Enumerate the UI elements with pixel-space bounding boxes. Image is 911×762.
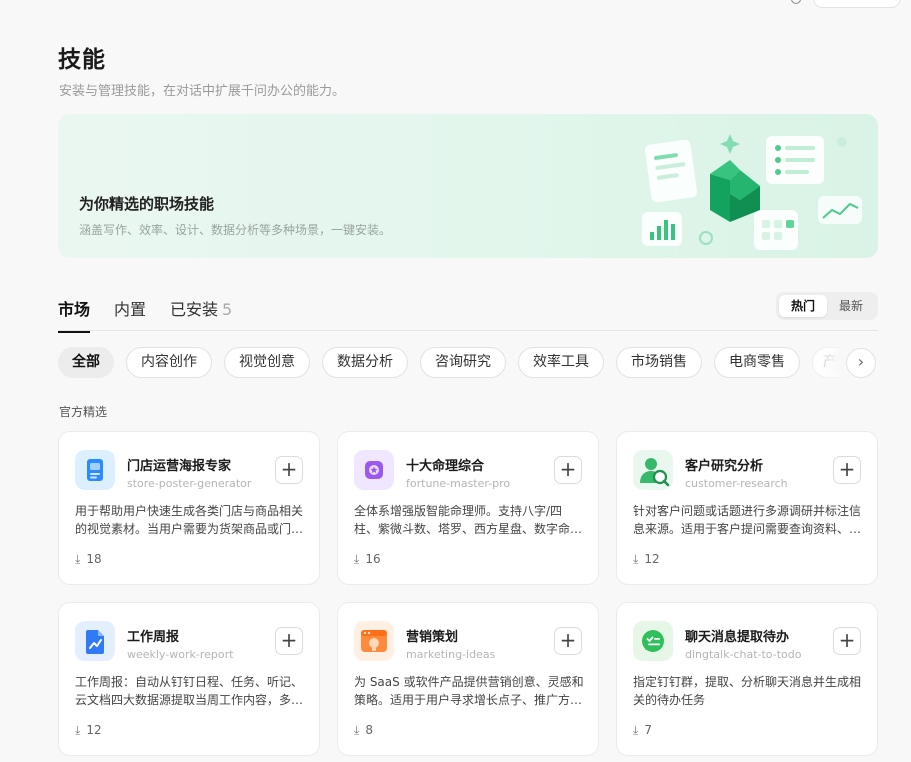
skill-name: 工作周报 bbox=[127, 630, 180, 645]
category-all[interactable]: 全部 bbox=[58, 347, 114, 378]
download-count-value: 12 bbox=[86, 723, 102, 737]
marketing-idea-icon bbox=[354, 621, 394, 661]
skill-card[interactable]: 工作周报 weekly-work-report + 工作周报：自动从钉钉日程、任… bbox=[58, 602, 320, 756]
tab-installed-label: 已安装 bbox=[170, 300, 219, 319]
category-visual[interactable]: 视觉创意 bbox=[224, 347, 310, 378]
download-count-value: 18 bbox=[86, 552, 102, 566]
download-count-value: 16 bbox=[365, 552, 381, 566]
category-efficiency[interactable]: 效率工具 bbox=[518, 347, 604, 378]
download-count: ⤓ 12 bbox=[633, 552, 660, 567]
download-count: ⤓ 16 bbox=[354, 552, 381, 567]
skill-card[interactable]: 营销策划 marketing-ideas + 为 SaaS 或软件产品提供营销创… bbox=[337, 602, 599, 756]
sort-latest-button[interactable]: 最新 bbox=[827, 295, 875, 317]
add-skill-button[interactable]: + bbox=[554, 627, 582, 655]
skill-description: 工作周报：自动从钉钉日程、任务、听记、云文档四大数据源提取当周工作内容，多维度汇… bbox=[75, 675, 304, 707]
tab-builtin[interactable]: 内置 bbox=[114, 296, 146, 320]
add-skill-button[interactable]: + bbox=[833, 456, 861, 484]
download-icon: ⤓ bbox=[633, 552, 639, 566]
skill-description: 针对客户问题或话题进行多源调研并标注信息来源。适用于客户提问需要查询资料、整理研… bbox=[633, 504, 862, 536]
skill-description: 为 SaaS 或软件产品提供营销创意、灵感和策略。适用于用户寻求增长点子、推广方… bbox=[354, 675, 584, 707]
banner-title: 为你精选的职场技能 bbox=[79, 195, 215, 213]
download-count: ⤓ 8 bbox=[354, 723, 373, 738]
sort-toggle: 热门 最新 bbox=[776, 292, 878, 320]
category-data[interactable]: 数据分析 bbox=[322, 347, 408, 378]
skill-card[interactable]: 十大命理综合 fortune-master-pro + 全体系增强版智能命理师。… bbox=[337, 431, 599, 585]
chat-todo-icon bbox=[633, 621, 673, 661]
category-content[interactable]: 内容创作 bbox=[126, 347, 212, 378]
add-skill-button[interactable]: + bbox=[554, 456, 582, 484]
skill-card[interactable]: 聊天消息提取待办 dingtalk-chat-to-todo + 指定钉钉群，提… bbox=[616, 602, 878, 756]
poster-icon bbox=[75, 450, 115, 490]
download-count: ⤓ 7 bbox=[633, 723, 652, 738]
download-icon: ⤓ bbox=[354, 723, 360, 737]
sort-hot-button[interactable]: 热门 bbox=[779, 295, 827, 317]
skill-description: 指定钉钉群，提取、分析聊天消息并生成相关的待办任务 bbox=[633, 675, 862, 707]
featured-banner[interactable]: 为你精选的职场技能 涵盖写作、效率、设计、数据分析等多种场景，一键安装。 bbox=[58, 114, 878, 258]
skill-tabs: 市场 内置 已安装 5 热门 最新 bbox=[58, 292, 878, 333]
download-icon: ⤓ bbox=[75, 723, 81, 737]
skill-description: 用于帮助用户快速生成各类门店与商品相关的视觉素材。当用户需要为货架商品或门店制作… bbox=[75, 504, 304, 536]
skill-slug: weekly-work-report bbox=[127, 648, 234, 661]
category-filter: 全部 内容创作 视觉创意 数据分析 咨询研究 效率工具 市场销售 电商零售 产 … bbox=[58, 347, 878, 379]
add-skill-button[interactable]: + bbox=[833, 627, 861, 655]
chevron-right-icon[interactable]: › bbox=[846, 348, 876, 378]
skill-slug: dingtalk-chat-to-todo bbox=[685, 648, 802, 661]
add-skill-button[interactable]: + bbox=[275, 456, 303, 484]
customer-research-icon bbox=[633, 450, 673, 490]
download-icon: ⤓ bbox=[633, 723, 639, 737]
page-title: 技能 bbox=[58, 47, 106, 73]
skill-card[interactable]: 门店运营海报专家 store-poster-generator + 用于帮助用户… bbox=[58, 431, 320, 585]
skill-name: 门店运营海报专家 bbox=[127, 459, 232, 474]
skill-name: 聊天消息提取待办 bbox=[685, 630, 790, 645]
tab-market-label: 市场 bbox=[58, 300, 91, 319]
category-consulting[interactable]: 咨询研究 bbox=[420, 347, 506, 378]
banner-illustration bbox=[642, 134, 862, 250]
help-icon[interactable] bbox=[791, 0, 801, 4]
tab-market[interactable]: 市场 bbox=[58, 296, 91, 333]
skill-name: 营销策划 bbox=[406, 630, 459, 645]
download-icon: ⤓ bbox=[354, 552, 360, 566]
download-icon: ⤓ bbox=[75, 552, 81, 566]
download-count-value: 7 bbox=[644, 723, 652, 737]
top-search-input[interactable] bbox=[813, 0, 901, 8]
skill-slug: marketing-ideas bbox=[406, 648, 496, 661]
tab-builtin-label: 内置 bbox=[114, 300, 147, 319]
add-skill-button[interactable]: + bbox=[275, 627, 303, 655]
report-chart-icon bbox=[75, 621, 115, 661]
skill-slug: store-poster-generator bbox=[127, 477, 252, 490]
skill-slug: customer-research bbox=[685, 477, 788, 490]
banner-description: 涵盖写作、效率、设计、数据分析等多种场景，一键安装。 bbox=[79, 223, 392, 237]
fortune-icon bbox=[354, 450, 394, 490]
page-subtitle: 安装与管理技能，在对话中扩展千问办公的能力。 bbox=[59, 84, 346, 99]
download-count: ⤓ 12 bbox=[75, 723, 102, 738]
category-marketing-sales[interactable]: 市场销售 bbox=[616, 347, 702, 378]
skill-description: 全体系增强版智能命理师。支持八字/四柱、紫微斗数、塔罗、西方星盘、数字命理等。 bbox=[354, 504, 583, 536]
download-count: ⤓ 18 bbox=[75, 552, 102, 567]
installed-count: 5 bbox=[222, 300, 233, 319]
skill-name: 十大命理综合 bbox=[406, 459, 485, 474]
tab-installed[interactable]: 已安装 5 bbox=[170, 296, 232, 320]
download-count-value: 12 bbox=[644, 552, 660, 566]
skill-card[interactable]: 客户研究分析 customer-research + 针对客户问题或话题进行多源… bbox=[616, 431, 878, 585]
section-label: 官方精选 bbox=[59, 405, 108, 419]
skill-slug: fortune-master-pro bbox=[406, 477, 511, 490]
download-count-value: 8 bbox=[365, 723, 373, 737]
category-ecommerce[interactable]: 电商零售 bbox=[714, 347, 800, 378]
skill-name: 客户研究分析 bbox=[685, 459, 764, 474]
